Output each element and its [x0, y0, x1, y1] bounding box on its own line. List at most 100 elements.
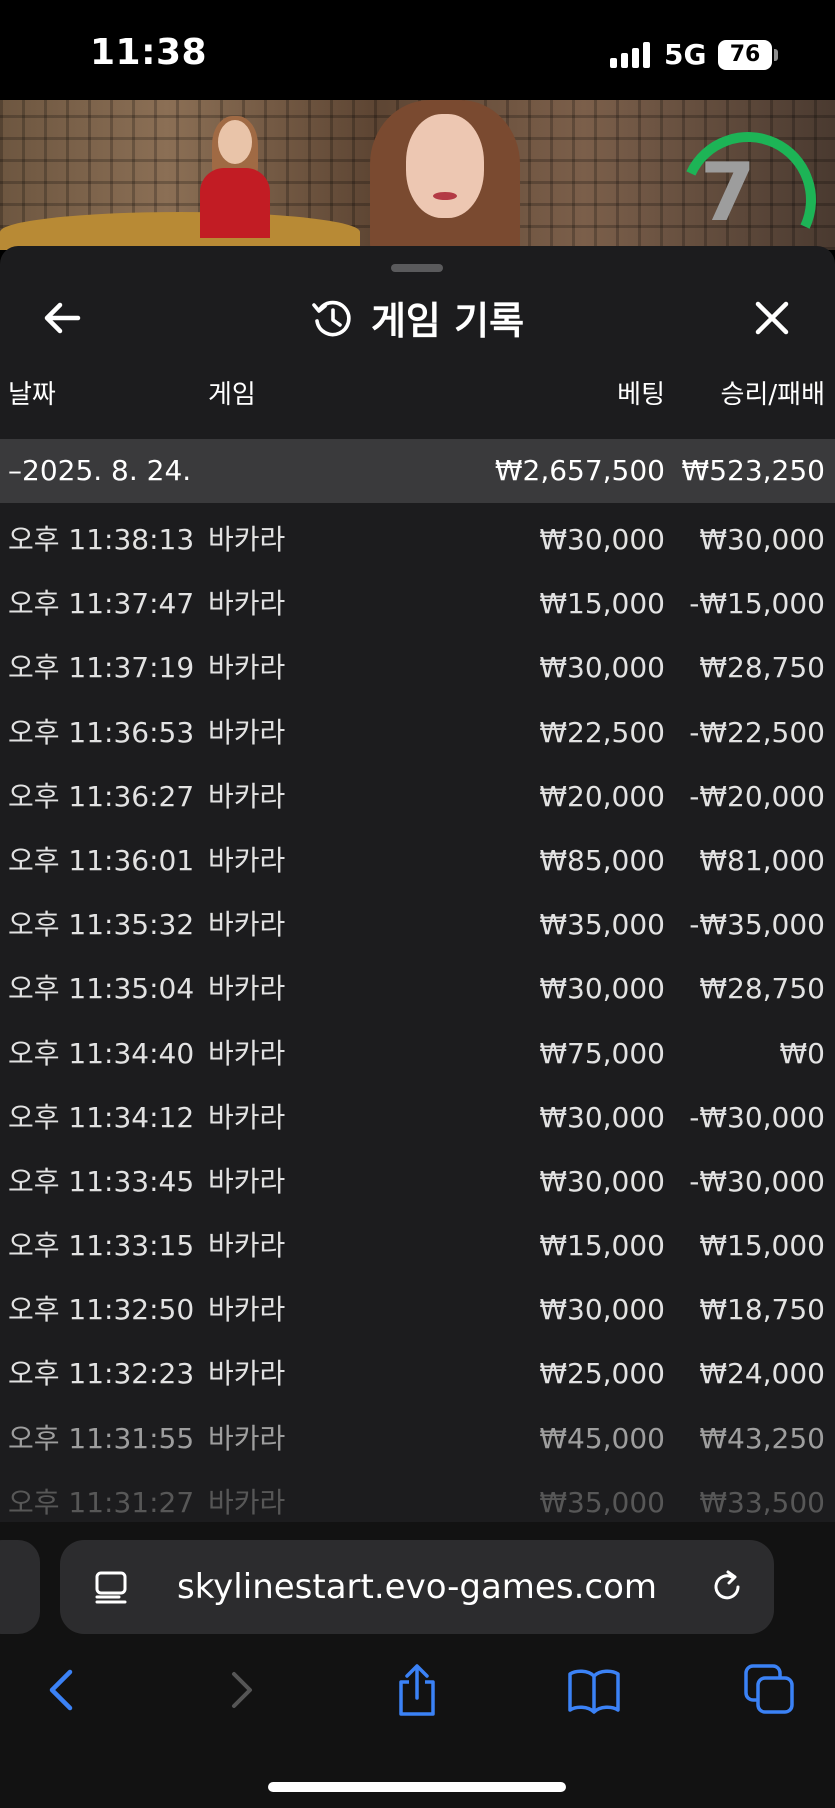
date-group-label: –2025. 8. 24.: [8, 454, 192, 487]
history-row[interactable]: 오후 11:35:32 바카라 ₩35,000 -₩35,000: [0, 893, 835, 957]
history-row[interactable]: 오후 11:37:19 바카라 ₩30,000 ₩28,750: [0, 636, 835, 700]
close-button[interactable]: [748, 294, 796, 342]
row-bet: ₩15,000: [539, 1229, 665, 1263]
row-bet: ₩22,500: [539, 715, 665, 749]
row-bet: ₩30,000: [539, 523, 665, 556]
row-result: -₩15,000: [689, 587, 825, 621]
row-bet: ₩30,000: [539, 1293, 665, 1327]
row-game: 바카라: [208, 972, 286, 1006]
row-game: 바카라: [208, 1164, 286, 1198]
share-icon[interactable]: [389, 1662, 445, 1718]
row-result: ₩15,000: [699, 1229, 825, 1263]
row-result: ₩43,250: [699, 1421, 825, 1455]
row-game: 바카라: [208, 1421, 286, 1455]
history-row[interactable]: 오후 11:36:01 바카라 ₩85,000 ₩81,000: [0, 829, 835, 893]
row-result: ₩30,000: [699, 523, 825, 556]
chevron-right-icon[interactable]: [214, 1662, 270, 1718]
row-time: 오후 11:35:32: [8, 908, 195, 942]
row-game: 바카라: [208, 1485, 286, 1519]
table-header: 날짜 게임 베팅 승리/패배: [0, 374, 835, 434]
row-bet: ₩85,000: [539, 843, 665, 877]
row-bet: ₩25,000: [539, 1357, 665, 1391]
header-game: 게임: [208, 380, 256, 410]
browser-toolbar: skylinestart.evo-games.com: [0, 1522, 835, 1808]
book-icon[interactable]: [566, 1662, 622, 1718]
row-bet: ₩35,000: [539, 1485, 665, 1519]
previous-tab[interactable]: [0, 1540, 40, 1634]
history-row[interactable]: 오후 11:31:55 바카라 ₩45,000 ₩43,250: [0, 1407, 835, 1471]
row-time: 오후 11:33:15: [8, 1229, 195, 1263]
history-row[interactable]: 오후 11:32:23 바카라 ₩25,000 ₩24,000: [0, 1342, 835, 1406]
row-result: ₩28,750: [699, 651, 825, 685]
history-row[interactable]: 오후 11:33:45 바카라 ₩30,000 -₩30,000: [0, 1150, 835, 1214]
status-bar: 11:38 5G 76: [0, 0, 835, 100]
battery-tip: [774, 49, 778, 61]
row-result: ₩18,750: [699, 1293, 825, 1327]
row-game: 바카라: [208, 587, 286, 621]
row-time: 오후 11:32:50: [8, 1293, 195, 1327]
history-row[interactable]: 오후 11:34:40 바카라 ₩75,000 ₩0: [0, 1022, 835, 1086]
row-game: 바카라: [208, 1293, 286, 1327]
live-video: 7: [0, 100, 835, 250]
row-bet: ₩35,000: [539, 908, 665, 942]
history-row[interactable]: 오후 11:36:53 바카라 ₩22,500 -₩22,500: [0, 701, 835, 765]
header-bet: 베팅: [617, 380, 665, 410]
row-game: 바카라: [208, 843, 286, 877]
row-bet: ₩75,000: [539, 1036, 665, 1070]
row-time: 오후 11:34:12: [8, 1100, 195, 1134]
row-result: -₩20,000: [689, 779, 825, 813]
history-row[interactable]: 오후 11:38:13 바카라 ₩30,000 ₩30,000: [0, 508, 835, 572]
row-bet: ₩15,000: [539, 587, 665, 621]
background-dealer: [200, 116, 270, 238]
row-game: 바카라: [208, 1100, 286, 1134]
row-result: ₩28,750: [699, 972, 825, 1006]
row-time: 오후 11:31:55: [8, 1421, 195, 1455]
row-bet: ₩30,000: [539, 1164, 665, 1198]
row-result: -₩30,000: [689, 1100, 825, 1134]
row-result: -₩30,000: [689, 1164, 825, 1198]
address-bar[interactable]: skylinestart.evo-games.com: [60, 1540, 774, 1634]
row-result: ₩81,000: [699, 843, 825, 877]
battery-icon: 76: [718, 40, 772, 70]
date-group-result-total: ₩523,250: [681, 454, 825, 487]
history-row[interactable]: 오후 11:32:50 바카라 ₩30,000 ₩18,750: [0, 1278, 835, 1342]
row-result: ₩24,000: [699, 1357, 825, 1391]
header-result: 승리/패배: [720, 380, 825, 410]
history-row[interactable]: 오후 11:37:47 바카라 ₩15,000 -₩15,000: [0, 572, 835, 636]
row-time: 오후 11:35:04: [8, 972, 195, 1006]
history-row[interactable]: 오후 11:35:04 바카라 ₩30,000 ₩28,750: [0, 957, 835, 1021]
row-bet: ₩45,000: [539, 1421, 665, 1455]
row-bet: ₩30,000: [539, 972, 665, 1006]
row-time: 오후 11:37:19: [8, 651, 195, 685]
row-game: 바카라: [208, 1229, 286, 1263]
row-time: 오후 11:31:27: [8, 1485, 195, 1519]
row-bet: ₩30,000: [539, 651, 665, 685]
signal-icon: [610, 40, 652, 68]
row-game: 바카라: [208, 651, 286, 685]
history-row[interactable]: 오후 11:36:27 바카라 ₩20,000 -₩20,000: [0, 765, 835, 829]
game-table: [0, 212, 360, 250]
row-bet: ₩30,000: [539, 1100, 665, 1134]
row-time: 오후 11:32:23: [8, 1357, 195, 1391]
reload-icon[interactable]: [708, 1568, 746, 1606]
drag-handle[interactable]: [391, 264, 443, 272]
panel-header: 게임 기록: [0, 290, 835, 346]
date-group-bet-total: ₩2,657,500: [494, 454, 665, 487]
panel-title: 게임 기록: [370, 299, 525, 343]
timer-countdown: 7: [700, 146, 756, 239]
history-row[interactable]: 오후 11:31:27 바카라 ₩35,000 ₩33,500: [0, 1471, 835, 1522]
history-row[interactable]: 오후 11:34:12 바카라 ₩30,000 -₩30,000: [0, 1086, 835, 1150]
tabs-icon[interactable]: [742, 1662, 798, 1718]
history-row[interactable]: 오후 11:33:15 바카라 ₩15,000 ₩15,000: [0, 1214, 835, 1278]
row-time: 오후 11:36:01: [8, 843, 195, 877]
row-result: ₩0: [779, 1036, 826, 1070]
home-indicator[interactable]: [268, 1782, 566, 1792]
chevron-left-icon[interactable]: [34, 1662, 90, 1718]
dealer: [370, 100, 520, 250]
date-group-row[interactable]: –2025. 8. 24. ₩2,657,500 ₩523,250: [0, 439, 835, 503]
url-text[interactable]: skylinestart.evo-games.com: [60, 1540, 774, 1634]
row-game: 바카라: [208, 1036, 286, 1070]
header-date: 날짜: [8, 380, 56, 410]
row-result: -₩35,000: [689, 908, 825, 942]
row-time: 오후 11:33:45: [8, 1164, 195, 1198]
